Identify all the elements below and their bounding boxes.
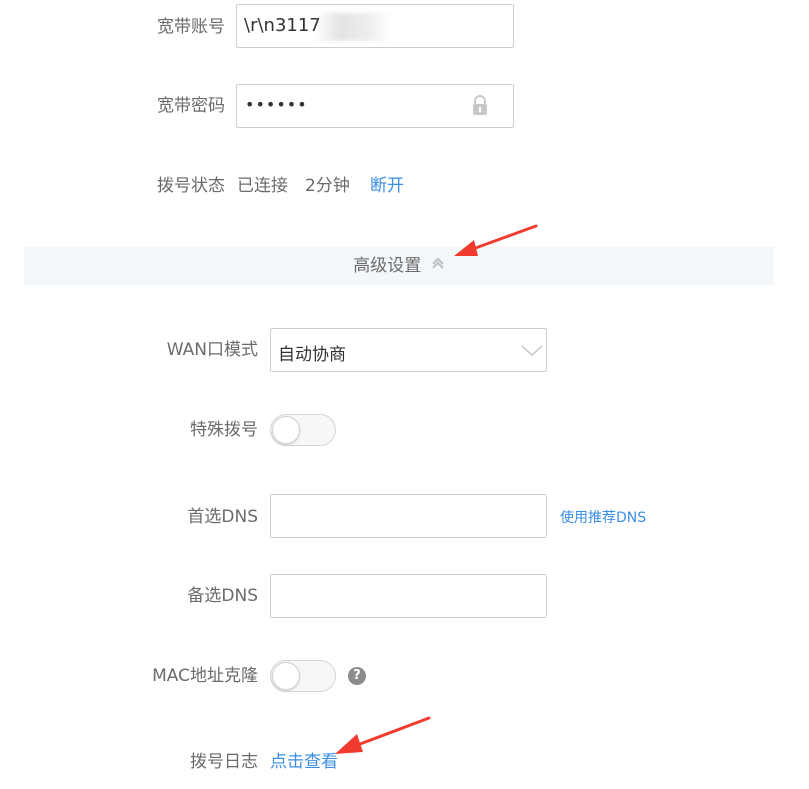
advanced-settings-label: 高级设置 bbox=[353, 256, 422, 276]
lock-icon bbox=[471, 95, 489, 121]
chevron-down-icon bbox=[521, 343, 543, 362]
arrow-annotation bbox=[454, 224, 538, 256]
primary-dns-label: 首选DNS bbox=[187, 507, 258, 527]
mac-clone-toggle[interactable] bbox=[270, 660, 336, 692]
advanced-settings-toggle[interactable]: 高级设置 bbox=[24, 247, 774, 285]
wan-mode-label: WAN口模式 bbox=[166, 340, 258, 360]
dial-status-label: 拨号状态 bbox=[157, 176, 225, 196]
password-field[interactable]: •••••• bbox=[236, 84, 514, 128]
account-label: 宽带账号 bbox=[157, 17, 225, 37]
dial-status-value: 已连接 bbox=[237, 176, 288, 196]
wan-mode-value: 自动协商 bbox=[278, 345, 346, 365]
special-dial-toggle[interactable] bbox=[270, 414, 336, 446]
toggle-knob bbox=[272, 416, 300, 444]
dial-duration: 2分钟 bbox=[305, 176, 350, 196]
secondary-dns-field[interactable] bbox=[270, 574, 547, 618]
toggle-knob bbox=[272, 662, 300, 690]
primary-dns-field[interactable] bbox=[270, 494, 547, 538]
password-value: •••••• bbox=[245, 95, 308, 114]
use-recommended-dns-link[interactable]: 使用推荐DNS bbox=[560, 508, 646, 528]
disconnect-link[interactable]: 断开 bbox=[370, 174, 404, 198]
mac-clone-label: MAC地址克隆 bbox=[152, 666, 258, 686]
primary-dns-input[interactable] bbox=[271, 495, 546, 537]
special-dial-label: 特殊拨号 bbox=[190, 420, 258, 440]
password-label: 宽带密码 bbox=[157, 96, 225, 116]
account-value: \r\n3117 bbox=[244, 15, 321, 36]
account-field[interactable]: \r\n3117 bbox=[236, 4, 514, 48]
help-glyph: ? bbox=[353, 668, 361, 683]
help-icon[interactable]: ? bbox=[348, 667, 366, 685]
redaction-blur bbox=[319, 13, 389, 41]
secondary-dns-input[interactable] bbox=[271, 575, 546, 617]
secondary-dns-label: 备选DNS bbox=[187, 586, 258, 606]
wan-mode-select[interactable]: 自动协商 bbox=[270, 328, 547, 372]
dial-log-label: 拨号日志 bbox=[190, 752, 258, 772]
arrow-annotation bbox=[335, 716, 431, 754]
